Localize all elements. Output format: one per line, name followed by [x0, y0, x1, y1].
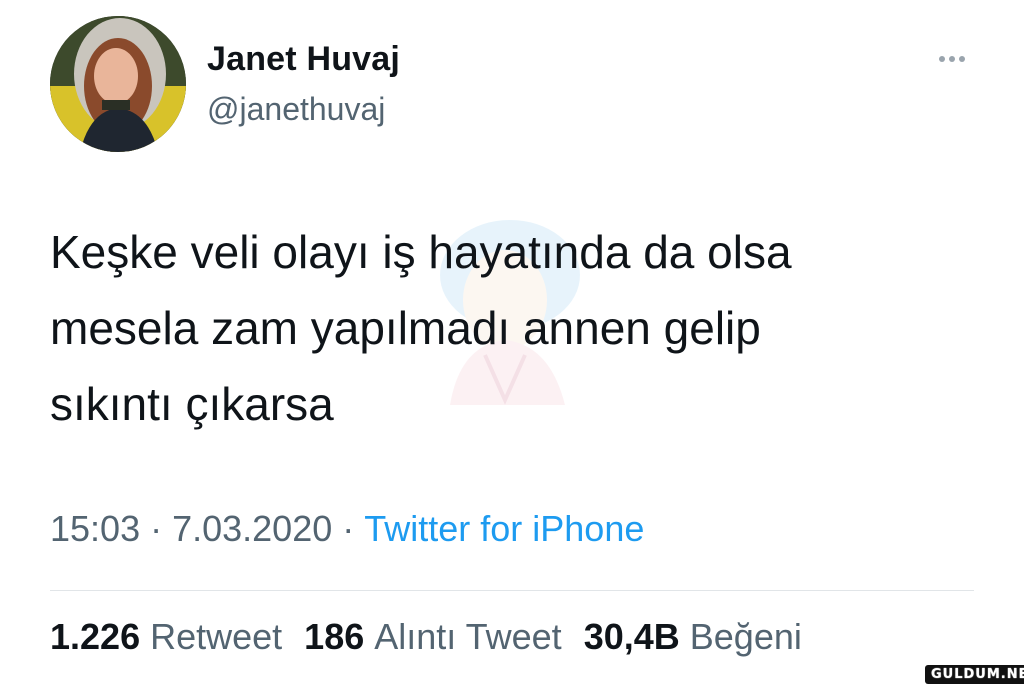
- quotes-stat[interactable]: 186 Alıntı Tweet: [304, 616, 562, 658]
- tweet-text: Keşke veli olayı iş hayatında da olsa me…: [50, 226, 792, 430]
- more-icon-dot: [949, 56, 955, 62]
- quotes-count: 186: [304, 616, 365, 657]
- more-horizontal-icon: [939, 56, 945, 62]
- retweets-label: Retweet: [150, 616, 283, 657]
- display-name[interactable]: Janet Huvaj: [207, 40, 400, 79]
- site-watermark: GULDUM.NET: [925, 665, 1024, 684]
- tweet-time[interactable]: 15:03: [50, 508, 140, 549]
- likes-stat[interactable]: 30,4B Beğeni: [584, 616, 802, 658]
- likes-label: Beğeni: [689, 616, 802, 657]
- tweet-date[interactable]: 7.03.2020: [172, 508, 332, 549]
- likes-count: 30,4B: [583, 616, 680, 657]
- more-icon-dot: [959, 56, 965, 62]
- tweet-stats: 1.226 Retweet 186 Alıntı Tweet 30,4B Beğeni: [50, 616, 802, 658]
- meta-separator: ·: [342, 508, 355, 549]
- retweets-stat[interactable]: 1.226 Retweet: [50, 616, 282, 658]
- user-handle[interactable]: @janethuvaj: [207, 91, 385, 128]
- tweet-source-link[interactable]: Twitter for iPhone: [364, 508, 644, 549]
- tweet-meta: 15:03 · 7.03.2020 · Twitter for iPhone: [50, 508, 644, 550]
- more-options-button[interactable]: [930, 44, 974, 74]
- quotes-label: Alıntı Tweet: [374, 616, 562, 657]
- avatar-photo: [50, 16, 186, 152]
- retweets-count: 1.226: [50, 616, 141, 657]
- tweet-card: Janet Huvaj @janethuvaj Keşke veli olayı…: [0, 0, 1024, 687]
- avatar[interactable]: [50, 16, 186, 152]
- meta-separator: ·: [150, 508, 163, 549]
- divider: [50, 590, 974, 591]
